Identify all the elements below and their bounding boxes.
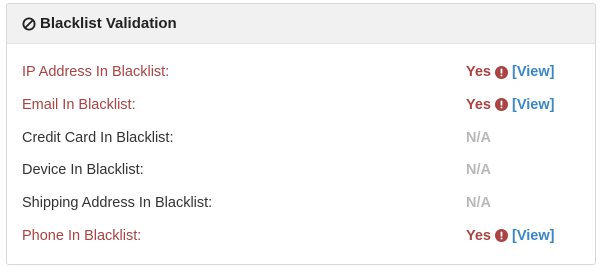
status-yes: Yes: [466, 64, 491, 80]
row-label: Shipping Address In Blacklist:: [22, 195, 213, 212]
panel-title: Blacklist Validation: [40, 15, 177, 32]
blacklist-rows: IP Address In Blacklist: Yes [View] Emai…: [7, 44, 595, 255]
exclamation-circle-icon: [495, 98, 508, 112]
row-label: Phone In Blacklist:: [22, 227, 142, 244]
row-label: Credit Card In Blacklist:: [22, 129, 174, 146]
row-value: Yes [View]: [466, 228, 554, 244]
status-yes: Yes: [466, 227, 491, 244]
ban-icon: [22, 17, 36, 31]
row-label: Email In Blacklist:: [22, 96, 136, 113]
exclamation-circle-icon: [495, 65, 508, 79]
status-yes: Yes: [466, 96, 491, 113]
row-label: IP Address In Blacklist:: [22, 64, 170, 80]
status-na: N/A: [466, 162, 491, 179]
row-shipping-address: Shipping Address In Blacklist: N/A: [7, 189, 595, 222]
view-link[interactable]: [View]: [512, 97, 554, 113]
row-value: Yes [View]: [466, 64, 554, 80]
status-na: N/A: [466, 195, 491, 212]
exclamation-circle-icon: [495, 229, 508, 243]
blacklist-validation-panel: Blacklist Validation IP Address In Black…: [6, 3, 596, 265]
row-label: Device In Blacklist:: [22, 162, 144, 179]
row-email: Email In Blacklist: Yes [View]: [7, 91, 595, 124]
row-value: Yes [View]: [466, 97, 554, 113]
view-link[interactable]: [View]: [512, 64, 554, 80]
status-na: N/A: [466, 129, 491, 146]
row-phone: Phone In Blacklist: Yes [View]: [7, 222, 595, 255]
panel-header: Blacklist Validation: [7, 4, 595, 44]
row-value: N/A: [466, 162, 491, 178]
row-credit-card: Credit Card In Blacklist: N/A: [7, 124, 595, 157]
row-device: Device In Blacklist: N/A: [7, 156, 595, 189]
row-ip-address: IP Address In Blacklist: Yes [View]: [7, 58, 595, 91]
row-value: N/A: [466, 130, 491, 146]
row-value: N/A: [466, 195, 491, 211]
view-link[interactable]: [View]: [512, 228, 554, 244]
